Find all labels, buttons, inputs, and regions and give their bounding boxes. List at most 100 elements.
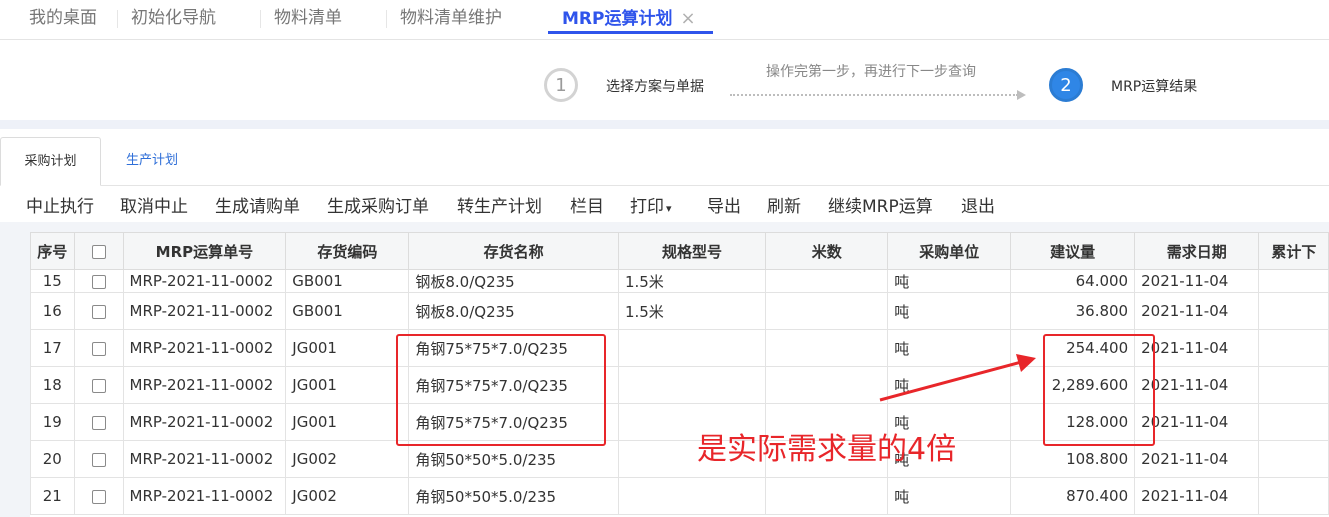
col-header-qty[interactable]: 建议量 xyxy=(1010,232,1136,270)
export-button[interactable]: 导出 xyxy=(707,192,741,217)
cell-seq: 17 xyxy=(30,329,75,367)
cell-select xyxy=(73,269,124,293)
step-1-label: 选择方案与单据 xyxy=(606,79,704,95)
cell-seq: 15 xyxy=(30,269,75,293)
cell-name: 角钢50*50*5.0/235 xyxy=(408,477,619,515)
cell-qty: 36.800 xyxy=(1010,292,1136,330)
row-checkbox[interactable] xyxy=(91,452,106,467)
generate-purchase-order-button[interactable]: 生成采购订单 xyxy=(327,192,429,217)
cell-seq: 20 xyxy=(30,440,75,478)
col-header-unit[interactable]: 采购单位 xyxy=(887,232,1012,270)
cell-mrp-no: MRP-2021-11-0002 xyxy=(122,440,287,478)
cell-select xyxy=(73,440,124,478)
stop-execution-button[interactable]: 中止执行 xyxy=(26,192,94,217)
toolbar: 中止执行 取消中止 生成请购单 生成采购订单 转生产计划 栏目 打印 ▾ 导出 刷… xyxy=(0,186,1329,222)
cell-meters xyxy=(765,477,889,515)
annotation-qty-highlight-box xyxy=(1043,334,1155,446)
cell-cumulative xyxy=(1258,403,1329,441)
sub-tab-bar: 采购计划 生产计划 xyxy=(0,129,1329,186)
cell-select xyxy=(73,329,124,367)
cell-seq: 21 xyxy=(30,477,75,515)
cancel-stop-button[interactable]: 取消中止 xyxy=(120,192,188,217)
cell-select xyxy=(73,366,124,404)
row-checkbox[interactable] xyxy=(91,378,106,393)
section-divider xyxy=(0,120,1329,129)
cell-cumulative xyxy=(1258,329,1329,367)
step-2-circle[interactable]: 2 xyxy=(1049,68,1083,102)
cell-code: JG001 xyxy=(285,403,410,441)
table-header-row: 序号 MRP运算单号 存货编码 存货名称 规格型号 米数 采购单位 建议量 需求… xyxy=(30,232,1329,270)
cell-cumulative xyxy=(1258,292,1329,330)
table-row[interactable]: 16 MRP-2021-11-0002 GB001 钢板8.0/Q235 1.5… xyxy=(30,292,1329,330)
cell-cumulative xyxy=(1258,477,1329,515)
cell-code: JG001 xyxy=(285,366,410,404)
col-header-seq[interactable]: 序号 xyxy=(30,232,75,270)
table-row[interactable]: 21 MRP-2021-11-0002 JG002 角钢50*50*5.0/23… xyxy=(30,477,1329,515)
row-checkbox[interactable] xyxy=(91,274,106,289)
col-header-meters[interactable]: 米数 xyxy=(765,232,889,270)
to-production-plan-button[interactable]: 转生产计划 xyxy=(457,192,542,217)
tab-bom-maintenance[interactable]: 物料清单维护 xyxy=(400,0,502,37)
arrow-right-icon xyxy=(1017,90,1026,100)
annotation-name-highlight-box xyxy=(396,334,606,446)
tab-separator xyxy=(117,10,118,28)
step-1-circle[interactable]: 1 xyxy=(544,68,578,102)
cell-mrp-no: MRP-2021-11-0002 xyxy=(122,477,287,515)
col-header-mrp-no[interactable]: MRP运算单号 xyxy=(122,232,287,270)
tab-bom[interactable]: 物料清单 xyxy=(274,0,342,37)
cell-cumulative xyxy=(1258,440,1329,478)
tab-my-desktop[interactable]: 我的桌面 xyxy=(29,0,97,37)
annotation-note: 是实际需求量的4倍 xyxy=(697,432,957,467)
tab-separator xyxy=(386,10,387,28)
cell-code: GB001 xyxy=(285,292,410,330)
cell-spec xyxy=(617,477,767,515)
tab-mrp-plan[interactable]: MRP运算计划 × xyxy=(548,0,713,34)
cell-mrp-no: MRP-2021-11-0002 xyxy=(122,403,287,441)
columns-button[interactable]: 栏目 xyxy=(570,192,604,217)
row-checkbox[interactable] xyxy=(91,489,106,504)
cell-meters xyxy=(765,269,889,293)
col-header-select-all[interactable] xyxy=(73,232,124,270)
continue-mrp-button[interactable]: 继续MRP运算 xyxy=(828,192,933,217)
cell-code: GB001 xyxy=(285,269,410,293)
cell-spec: 1.5米 xyxy=(617,292,767,330)
tab-production-plan[interactable]: 生产计划 xyxy=(110,137,194,184)
tab-init-navigation[interactable]: 初始化导航 xyxy=(131,0,216,37)
table-row[interactable]: 15 MRP-2021-11-0002 GB001 钢板8.0/Q235 1.5… xyxy=(30,269,1329,293)
close-icon[interactable]: × xyxy=(680,8,695,29)
cell-cumulative xyxy=(1258,269,1329,293)
cell-unit: 吨 xyxy=(887,292,1012,330)
exit-button[interactable]: 退出 xyxy=(961,192,995,217)
cell-mrp-no: MRP-2021-11-0002 xyxy=(122,269,287,293)
print-button[interactable]: 打印 ▾ xyxy=(630,192,672,217)
top-tab-bar: 我的桌面 初始化导航 物料清单 物料清单维护 MRP运算计划 × xyxy=(0,0,1329,40)
step-2-label: MRP运算结果 xyxy=(1111,79,1198,95)
step-hint-text: 操作完第一步，再进行下一步查询 xyxy=(766,64,976,80)
chevron-down-icon: ▾ xyxy=(666,202,672,215)
cell-unit: 吨 xyxy=(887,477,1012,515)
cell-name: 角钢50*50*5.0/235 xyxy=(408,440,619,478)
cell-select xyxy=(73,403,124,441)
cell-name: 钢板8.0/Q235 xyxy=(408,292,619,330)
cell-mrp-no: MRP-2021-11-0002 xyxy=(122,366,287,404)
row-checkbox[interactable] xyxy=(91,341,106,356)
cell-spec: 1.5米 xyxy=(617,269,767,293)
col-header-cumulative[interactable]: 累计下 xyxy=(1258,232,1329,270)
cell-date: 2021-11-04 xyxy=(1134,440,1260,478)
cell-seq: 19 xyxy=(30,403,75,441)
col-header-spec[interactable]: 规格型号 xyxy=(617,232,767,270)
col-header-code[interactable]: 存货编码 xyxy=(285,232,410,270)
tab-purchase-plan[interactable]: 采购计划 xyxy=(0,137,101,186)
cell-seq: 18 xyxy=(30,366,75,404)
cell-date: 2021-11-04 xyxy=(1134,477,1260,515)
row-checkbox[interactable] xyxy=(91,304,106,319)
col-header-name[interactable]: 存货名称 xyxy=(408,232,619,270)
col-header-date[interactable]: 需求日期 xyxy=(1134,232,1260,270)
row-checkbox[interactable] xyxy=(91,415,106,430)
refresh-button[interactable]: 刷新 xyxy=(767,192,801,217)
step-connector-line xyxy=(730,94,1018,96)
table-row[interactable]: 20 MRP-2021-11-0002 JG002 角钢50*50*5.0/23… xyxy=(30,440,1329,478)
generate-purchase-request-button[interactable]: 生成请购单 xyxy=(215,192,300,217)
cell-code: JG002 xyxy=(285,477,410,515)
select-all-checkbox[interactable] xyxy=(91,244,106,259)
